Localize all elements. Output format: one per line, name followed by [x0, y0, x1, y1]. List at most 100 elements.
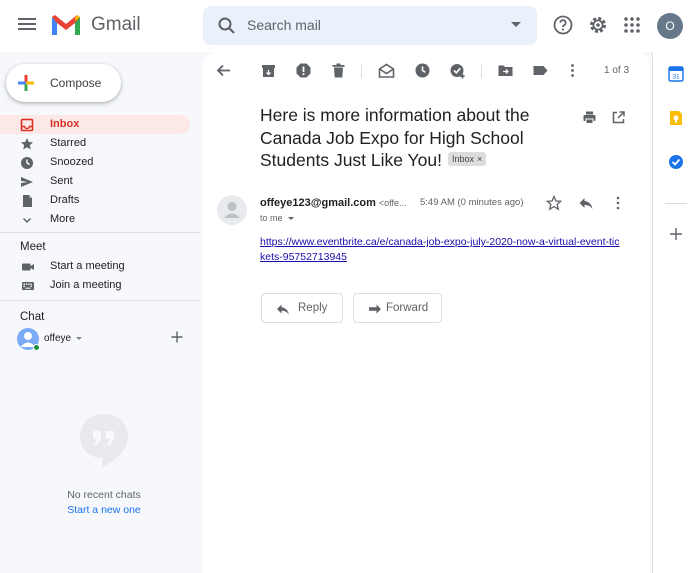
- reply-icon[interactable]: [578, 195, 594, 211]
- meet-label: Start a meeting: [50, 260, 125, 272]
- sidebar: Compose Inbox Starred Snoozed Sent Draft…: [0, 52, 200, 573]
- chat-user-name: offeye: [44, 333, 72, 344]
- chip-label: Inbox: [451, 154, 474, 165]
- no-recent-chats-text: No recent chats: [67, 489, 141, 501]
- search-input[interactable]: [247, 14, 497, 36]
- tasks-check-icon[interactable]: [668, 154, 684, 170]
- star-icon: [21, 138, 33, 150]
- reply-button[interactable]: Reply: [261, 293, 343, 323]
- nav-list: Inbox Starred Snoozed Sent Drafts More: [0, 115, 200, 229]
- nav-label: Drafts: [50, 194, 80, 206]
- reply-icon: [277, 304, 289, 315]
- sender-line: offeye123@gmail.com <offe...: [260, 197, 407, 209]
- meet-section-title: Meet: [20, 241, 46, 253]
- new-chat-plus-icon[interactable]: [170, 330, 184, 344]
- move-to-folder-icon[interactable]: [497, 62, 514, 79]
- pagination-count: 1 of 3: [604, 65, 630, 76]
- side-panel-rail: 31: [652, 52, 695, 573]
- label-tag-icon[interactable]: [532, 62, 549, 79]
- show-details-icon[interactable]: [287, 217, 294, 221]
- account-avatar[interactable]: O: [657, 13, 683, 39]
- nav-item-inbox[interactable]: Inbox: [0, 115, 190, 134]
- meet-label: Join a meeting: [50, 279, 122, 291]
- compose-button[interactable]: Compose: [6, 64, 121, 102]
- event-link[interactable]: https://www.eventbrite.ca/e/canada-job-e…: [260, 235, 620, 265]
- app-name: Gmail: [91, 14, 141, 35]
- message-view: 1 of 3 Here is more information about th…: [203, 52, 650, 573]
- keep-notes-icon[interactable]: [668, 110, 684, 126]
- start-meeting-item[interactable]: Start a meeting: [0, 257, 200, 276]
- forward-label: Forward: [386, 302, 429, 314]
- chat-section-title: Chat: [20, 311, 45, 323]
- divider: [0, 300, 200, 301]
- top-bar: Gmail O: [0, 0, 695, 52]
- recipients-label: to me: [260, 213, 283, 223]
- toolbar-divider: [361, 64, 362, 78]
- inbox-icon: [20, 118, 34, 132]
- nav-item-sent[interactable]: Sent: [0, 172, 190, 191]
- main-menu-icon[interactable]: [18, 16, 36, 34]
- nav-item-drafts[interactable]: Drafts: [0, 191, 190, 210]
- back-arrow-icon[interactable]: [215, 62, 232, 79]
- chevron-down-icon: [22, 217, 32, 224]
- email-subject: Here is more information about the Canad…: [260, 104, 560, 172]
- status-dropdown-icon[interactable]: [76, 337, 82, 340]
- sender-name[interactable]: offeye123@gmail.com: [260, 197, 376, 209]
- calendar-icon[interactable]: 31: [668, 66, 684, 82]
- reply-label: Reply: [298, 302, 328, 314]
- search-options-icon[interactable]: [511, 22, 521, 27]
- apps-grid-icon[interactable]: [621, 14, 643, 36]
- sender-avatar[interactable]: [217, 195, 247, 225]
- mark-unread-icon[interactable]: [378, 62, 395, 79]
- person-icon: [224, 202, 240, 218]
- keyboard-icon: [22, 282, 34, 290]
- add-addon-plus-icon[interactable]: [668, 226, 684, 242]
- help-icon[interactable]: [552, 14, 574, 36]
- nav-label: Starred: [50, 137, 87, 149]
- nav-label: Inbox: [50, 118, 80, 130]
- subject-text: Here is more information about the Canad…: [260, 105, 530, 170]
- forward-button[interactable]: Forward: [353, 293, 442, 323]
- rail-divider: [665, 203, 687, 204]
- inbox-label-chip[interactable]: Inbox ×: [447, 152, 487, 167]
- add-to-tasks-icon[interactable]: [449, 62, 466, 79]
- star-icon[interactable]: [546, 195, 562, 211]
- open-in-new-window-icon[interactable]: [611, 110, 626, 125]
- settings-gear-icon[interactable]: [587, 14, 609, 36]
- start-new-chat-link[interactable]: Start a new one: [0, 504, 208, 516]
- compose-plus-icon: [18, 75, 34, 91]
- hangouts-quote-icon: [80, 414, 128, 468]
- search-bar[interactable]: [203, 6, 537, 45]
- draft-icon: [23, 195, 32, 207]
- divider: [0, 232, 200, 233]
- svg-text:31: 31: [672, 74, 680, 81]
- more-message-options-icon[interactable]: [610, 195, 626, 211]
- report-spam-icon[interactable]: [295, 62, 312, 79]
- sent-time: 5:49 AM (0 minutes ago): [420, 197, 524, 208]
- send-icon: [21, 177, 33, 187]
- online-status-dot: [33, 344, 40, 351]
- archive-icon[interactable]: [260, 62, 277, 79]
- toolbar-divider: [481, 64, 482, 78]
- nav-label: Sent: [50, 175, 73, 187]
- recipients[interactable]: to me: [260, 213, 294, 223]
- compose-label: Compose: [50, 76, 102, 90]
- nav-label: Snoozed: [50, 156, 94, 168]
- nav-item-snoozed[interactable]: Snoozed: [0, 153, 190, 172]
- forward-arrow-icon: [369, 304, 381, 314]
- clock-icon: [21, 157, 33, 169]
- video-icon: [22, 263, 34, 271]
- gmail-logo[interactable]: [50, 13, 82, 37]
- nav-item-more[interactable]: More: [0, 210, 190, 229]
- print-icon[interactable]: [582, 110, 597, 125]
- nav-item-starred[interactable]: Starred: [0, 134, 190, 153]
- join-meeting-item[interactable]: Join a meeting: [0, 276, 200, 295]
- more-options-vertical-icon[interactable]: [564, 62, 581, 79]
- remove-label-icon[interactable]: ×: [477, 154, 482, 164]
- search-icon[interactable]: [217, 16, 237, 36]
- nav-label: More: [50, 213, 76, 225]
- snooze-clock-icon[interactable]: [414, 62, 431, 79]
- message-toolbar: 1 of 3: [203, 52, 650, 90]
- delete-trash-icon[interactable]: [330, 62, 347, 79]
- sender-email: <offe...: [378, 198, 407, 208]
